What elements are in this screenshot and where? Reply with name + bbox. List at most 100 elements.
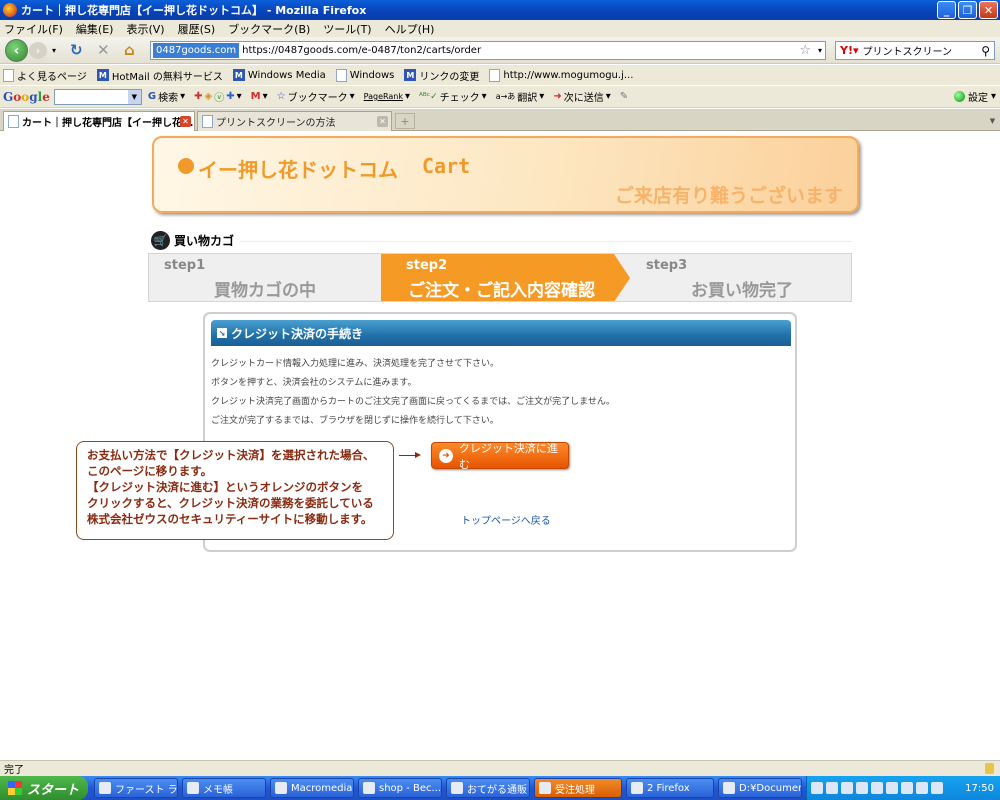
lock-icon[interactable]: [985, 763, 994, 774]
menu-bookmarks[interactable]: ブックマーク(B): [228, 21, 310, 37]
address-bar[interactable]: 0487goods.com https://0487goods.com/e-04…: [150, 41, 826, 60]
taskbar-item-active[interactable]: 受注処理: [534, 778, 622, 798]
spell-check-button[interactable]: ᴬᴮᶜ✓ チェック ▾: [419, 89, 487, 104]
restore-button[interactable]: ❐: [958, 1, 977, 19]
forward-button[interactable]: ›: [29, 42, 47, 59]
bookmarks-toolbar: よく見るページ M HotMail の無料サービス M Windows Media …: [0, 65, 1000, 85]
tab-list-dropdown-icon[interactable]: ▼: [987, 113, 998, 128]
gmail-icon: M: [250, 91, 261, 102]
tray-icon[interactable]: [931, 782, 943, 794]
taskbar-item[interactable]: ファースト ラン: [94, 778, 178, 798]
stop-icon[interactable]: ✕: [97, 41, 110, 59]
cart-heading: 🛒 買い物カゴ: [151, 231, 234, 250]
step-number: step3: [646, 258, 688, 273]
bookmark-windows-media[interactable]: M Windows Media: [232, 69, 326, 81]
firefox-icon: [631, 782, 643, 794]
back-button[interactable]: ‹: [5, 39, 28, 62]
tray-icon[interactable]: [811, 782, 823, 794]
close-window-button[interactable]: ✕: [979, 1, 998, 19]
translate-button[interactable]: a→あ 翻訳 ▾: [496, 89, 545, 104]
url-dropdown-icon[interactable]: ▾: [818, 46, 822, 55]
search-input[interactable]: プリントスクリーン: [863, 43, 953, 58]
bookmark-star-icon[interactable]: ☆: [799, 43, 811, 58]
bookmark-most-visited[interactable]: よく見るページ: [3, 68, 87, 83]
gmail-button[interactable]: M ▾: [251, 91, 268, 102]
panel-title-text: クレジット決済の手続き: [231, 326, 364, 341]
window-title-bar: カート｜押し花専門店【イー押し花ドットコム】 - Mozilla Firefox…: [0, 0, 1000, 20]
shop-banner: イー押し花ドットコム Cart ご来店有り難うございます: [152, 136, 859, 213]
tab-printscreen[interactable]: プリントスクリーンの方法 ✕: [197, 111, 392, 131]
menu-file[interactable]: ファイル(F): [4, 21, 63, 37]
minimize-button[interactable]: _: [937, 1, 956, 19]
search-bar[interactable]: Y!▾ プリントスクリーン ⚲: [835, 41, 995, 60]
tab-cart[interactable]: カート｜押し花専門店【イー押し花... ✕: [3, 111, 195, 131]
callout-line: クリックすると、クレジット決済の業務を委託している: [87, 496, 374, 510]
status-dot-icon: [953, 91, 965, 102]
bookmark-hotmail[interactable]: M HotMail の無料サービス: [96, 68, 223, 83]
yahoo-search-engine-icon[interactable]: Y!▾: [840, 44, 859, 57]
annotation-callout: お支払い方法で【クレジット決済】を選択された場合、 このページに移ります。 【ク…: [76, 441, 394, 540]
google-logo: Google: [3, 89, 50, 104]
bookmark-mogumogu[interactable]: http://www.mogumogu.j...: [489, 68, 633, 82]
tray-icon[interactable]: [856, 782, 868, 794]
tray-icon[interactable]: [901, 782, 913, 794]
taskbar-item[interactable]: Macromedia...: [270, 778, 354, 798]
send-to-button[interactable]: ➜ 次に送信 ▾: [553, 89, 610, 104]
msn-icon: M: [404, 69, 417, 81]
msn-icon: M: [232, 69, 245, 81]
chevron-down-icon: ▾: [605, 91, 611, 102]
instruction-line: クレジットカード情報入力処理に進み、決済処理を完了させて下さい。: [211, 359, 500, 369]
step-2-current: step2 ご注文・ご記入内容確認: [381, 254, 614, 301]
tray-icon[interactable]: [871, 782, 883, 794]
clock: 17:50: [965, 782, 994, 794]
google-settings-button[interactable]: 設定 ▾: [953, 89, 996, 104]
menu-edit[interactable]: 編集(E): [76, 21, 114, 37]
bookmark-windows[interactable]: Windows: [335, 68, 394, 82]
close-tab-icon[interactable]: ✕: [377, 116, 388, 127]
taskbar-item[interactable]: メモ帳: [182, 778, 266, 798]
msn-icon: M: [96, 69, 109, 81]
close-tab-icon[interactable]: ✕: [180, 116, 191, 127]
tray-icon[interactable]: [916, 782, 928, 794]
chevron-down-icon[interactable]: ▼: [127, 89, 141, 104]
proceed-credit-payment-button[interactable]: ➜ クレジット決済に進む: [431, 442, 569, 471]
google-search-button[interactable]: G 検索 ▾: [148, 89, 185, 104]
taskbar-item[interactable]: おてがる通販: [446, 778, 530, 798]
google-search-input[interactable]: ▼: [53, 88, 142, 105]
taskbar-item[interactable]: D:¥Documen...: [718, 778, 802, 798]
reload-icon[interactable]: ↻: [70, 41, 83, 59]
url-text[interactable]: https://0487goods.com/e-0487/ton2/carts/…: [242, 45, 481, 56]
navigation-toolbar: ‹ › ▾ ↻ ✕ ⌂ 0487goods.com https://0487go…: [0, 37, 1000, 64]
taskbar-item[interactable]: 2 Firefox: [626, 778, 714, 798]
history-dropdown-icon[interactable]: ▾: [52, 46, 56, 55]
wrench-icon[interactable]: ✎: [620, 91, 628, 102]
menu-history[interactable]: 履歴(S): [178, 21, 216, 37]
site-identity-badge[interactable]: 0487goods.com: [153, 43, 240, 58]
start-button[interactable]: スタート: [0, 776, 88, 800]
panel-title: ↘ クレジット決済の手続き: [211, 320, 791, 346]
pagerank-indicator[interactable]: PageRank ▾: [364, 91, 410, 102]
divider: [240, 241, 852, 242]
google-bookmarks-button[interactable]: ☆ ブックマーク ▾: [277, 89, 355, 104]
back-to-top-link[interactable]: トップページへ戻る: [461, 512, 551, 527]
home-icon[interactable]: ⌂: [124, 41, 135, 59]
search-icon[interactable]: ⚲: [981, 44, 990, 58]
taskbar-item[interactable]: shop - Bec...: [358, 778, 442, 798]
tray-icon[interactable]: [826, 782, 838, 794]
new-tab-button[interactable]: +: [395, 113, 415, 129]
callout-line: このページに移ります。: [87, 464, 213, 478]
menu-tools[interactable]: ツール(T): [323, 21, 371, 37]
tab-label: カート｜押し花専門店【イー押し花...: [22, 118, 194, 129]
google-tools-icons[interactable]: ✚ ◈ ⓥ ✚ ▾: [194, 89, 242, 104]
page-icon: [202, 115, 213, 128]
tray-icon[interactable]: [886, 782, 898, 794]
menu-help[interactable]: ヘルプ(H): [385, 21, 435, 37]
shop-name: イー押し花ドットコム: [198, 158, 398, 182]
app-icon: [363, 782, 375, 794]
translate-icon: a→あ: [495, 92, 516, 101]
window-title: カート｜押し花専門店【イー押し花ドットコム】 - Mozilla Firefox: [21, 4, 367, 17]
bookmark-link-change[interactable]: M リンクの変更: [404, 68, 479, 83]
tray-icon[interactable]: [841, 782, 853, 794]
menu-view[interactable]: 表示(V): [126, 21, 164, 37]
step-label: お買い物完了: [691, 281, 793, 301]
